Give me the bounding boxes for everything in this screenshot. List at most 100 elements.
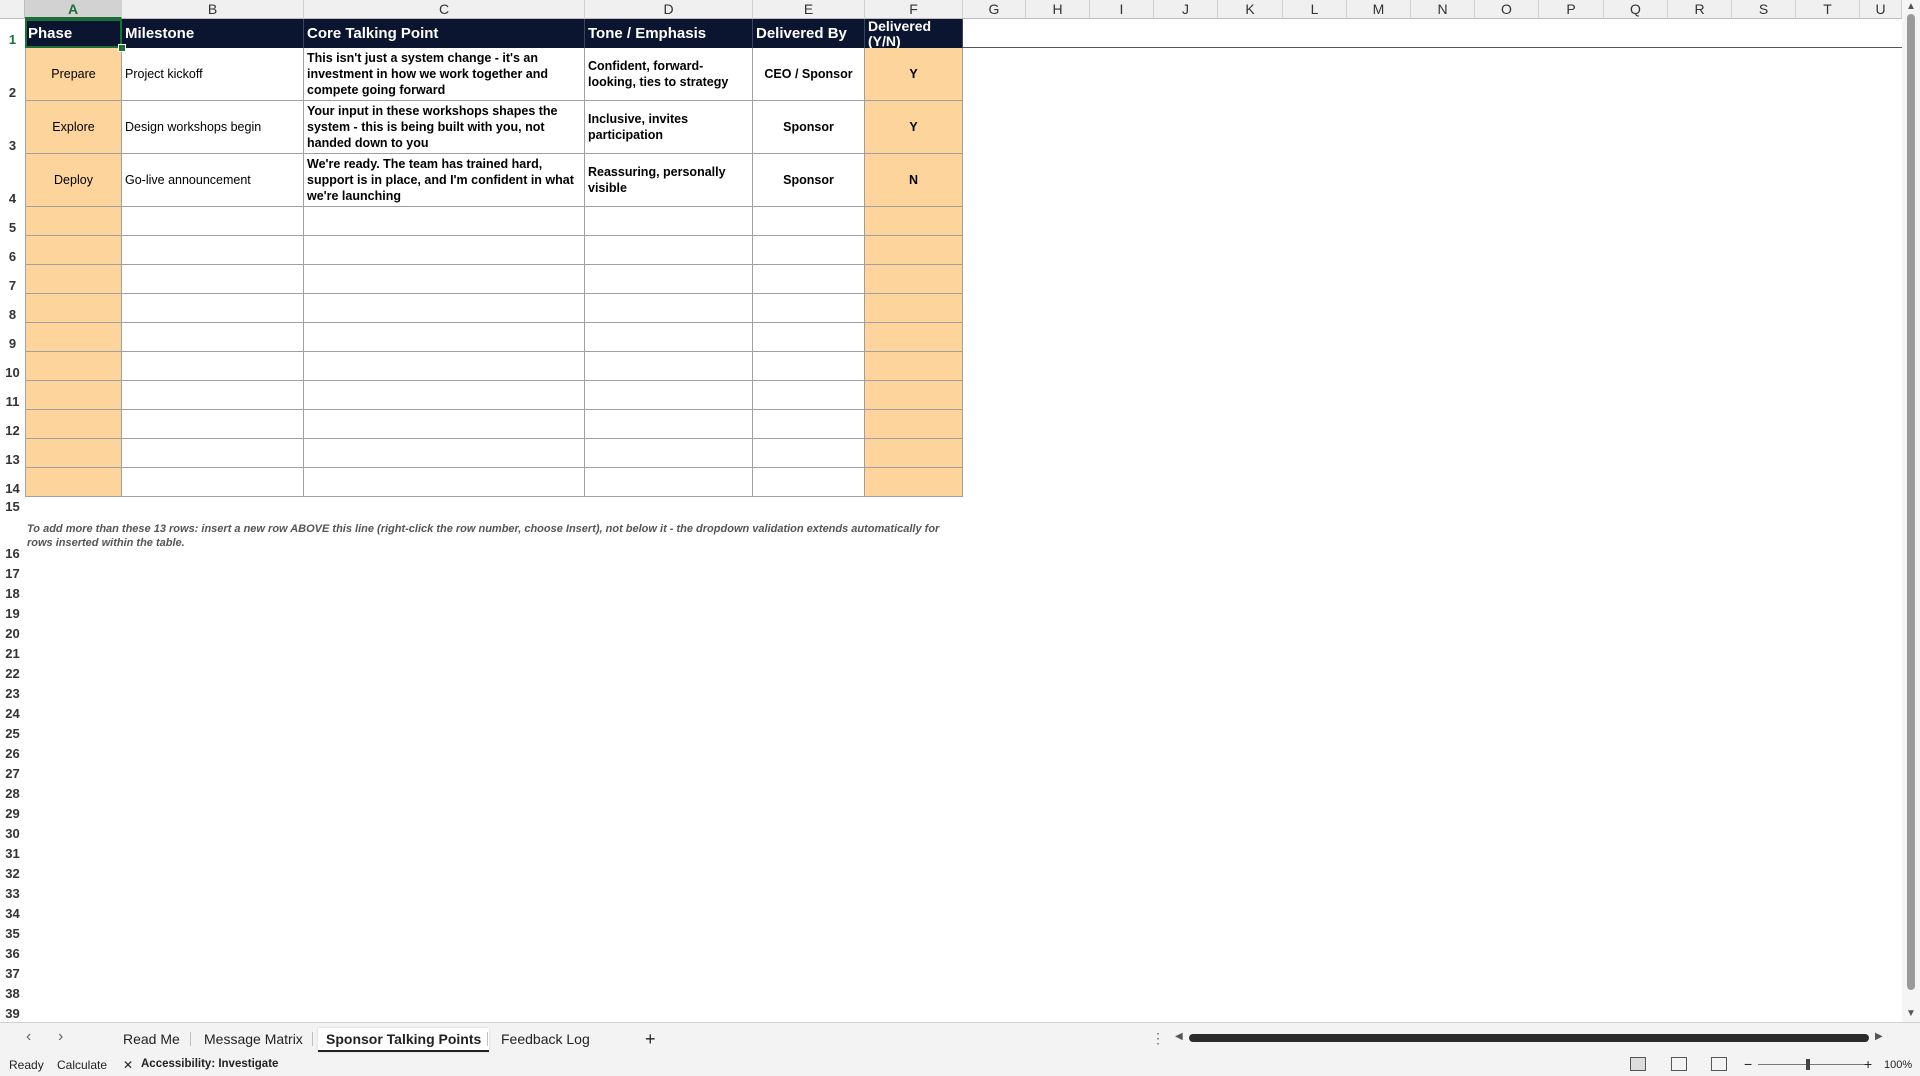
row-header-22[interactable]: 22 bbox=[0, 662, 25, 682]
row-header-19[interactable]: 19 bbox=[0, 602, 25, 622]
horizontal-scrollbar[interactable]: ◀ ▶ bbox=[1175, 1031, 1885, 1045]
cell-C4[interactable]: We're ready. The team has trained hard, … bbox=[304, 154, 585, 207]
cell-D2[interactable]: Confident, forward-looking, ties to stra… bbox=[585, 48, 753, 101]
cell-F13[interactable] bbox=[865, 439, 963, 468]
zoom-level[interactable]: 100% bbox=[1884, 1059, 1912, 1071]
cell-B12[interactable] bbox=[122, 410, 304, 439]
row-header-1[interactable]: 1 bbox=[0, 19, 25, 48]
row-header-20[interactable]: 20 bbox=[0, 622, 25, 642]
zoom-in-icon[interactable]: + bbox=[1864, 1056, 1872, 1072]
row-header-11[interactable]: 11 bbox=[0, 381, 25, 410]
row-header-29[interactable]: 29 bbox=[0, 802, 25, 822]
row-header-31[interactable]: 31 bbox=[0, 842, 25, 862]
cell-A11[interactable] bbox=[25, 381, 122, 410]
column-header-J[interactable]: J bbox=[1154, 0, 1218, 19]
cell-C2[interactable]: This isn't just a system change - it's a… bbox=[304, 48, 585, 101]
cell-C5[interactable] bbox=[304, 207, 585, 236]
header-cell-B[interactable]: Milestone bbox=[122, 19, 304, 48]
row-header-39[interactable]: 39 bbox=[0, 1002, 25, 1022]
row-header-35[interactable]: 35 bbox=[0, 922, 25, 942]
cell-B11[interactable] bbox=[122, 381, 304, 410]
column-header-Q[interactable]: Q bbox=[1604, 0, 1668, 19]
sheet-tab-message-matrix[interactable]: Message Matrix bbox=[196, 1028, 311, 1050]
column-header-F[interactable]: F bbox=[865, 0, 963, 19]
column-header-D[interactable]: D bbox=[585, 0, 753, 19]
cell-B13[interactable] bbox=[122, 439, 304, 468]
row-header-9[interactable]: 9 bbox=[0, 323, 25, 352]
cell-F6[interactable] bbox=[865, 236, 963, 265]
worksheet-grid[interactable]: ABCDEFGHIJKLMNOPQRSTU 1 2 3 4 5 6 7 8 9 10 11 12 13 1… bbox=[0, 0, 1920, 1022]
cell-B3[interactable]: Design workshops begin bbox=[122, 101, 304, 154]
cell-D11[interactable] bbox=[585, 381, 753, 410]
row-header-5[interactable]: 5 bbox=[0, 207, 25, 236]
header-cell-F[interactable]: Delivered (Y/N) bbox=[865, 19, 963, 48]
cell-B2[interactable]: Project kickoff bbox=[122, 48, 304, 101]
row-header-3[interactable]: 3 bbox=[0, 101, 25, 154]
cell-F11[interactable] bbox=[865, 381, 963, 410]
cell-D9[interactable] bbox=[585, 323, 753, 352]
cell-F5[interactable] bbox=[865, 207, 963, 236]
column-header-P[interactable]: P bbox=[1539, 0, 1604, 19]
column-header-L[interactable]: L bbox=[1283, 0, 1347, 19]
cell-B10[interactable] bbox=[122, 352, 304, 381]
cell-D8[interactable] bbox=[585, 294, 753, 323]
cell-E7[interactable] bbox=[753, 265, 865, 294]
cell-A13[interactable] bbox=[25, 439, 122, 468]
row-header-14[interactable]: 14 bbox=[0, 468, 25, 497]
header-cell-E[interactable]: Delivered By bbox=[753, 19, 865, 48]
cell-A3[interactable]: Explore bbox=[25, 101, 122, 154]
add-sheet-button[interactable]: + bbox=[637, 1028, 664, 1050]
header-cell-A[interactable]: Phase bbox=[25, 19, 122, 48]
cell-C9[interactable] bbox=[304, 323, 585, 352]
cell-E6[interactable] bbox=[753, 236, 865, 265]
vertical-scroll-thumb[interactable] bbox=[1907, 14, 1915, 990]
cell-C7[interactable] bbox=[304, 265, 585, 294]
status-calculate[interactable]: Calculate bbox=[57, 1058, 107, 1072]
cell-D13[interactable] bbox=[585, 439, 753, 468]
cell-D5[interactable] bbox=[585, 207, 753, 236]
cell-E14[interactable] bbox=[753, 468, 865, 497]
row-header-24[interactable]: 24 bbox=[0, 702, 25, 722]
sheet-tab-read-me[interactable]: Read Me bbox=[115, 1028, 188, 1050]
column-header-O[interactable]: O bbox=[1475, 0, 1539, 19]
cell-E12[interactable] bbox=[753, 410, 865, 439]
scroll-down-arrow-icon[interactable]: ▼ bbox=[1906, 1008, 1916, 1019]
cell-B6[interactable] bbox=[122, 236, 304, 265]
next-sheet-chevron-icon[interactable]: › bbox=[58, 1028, 63, 1046]
row-header-7[interactable]: 7 bbox=[0, 265, 25, 294]
cell-E13[interactable] bbox=[753, 439, 865, 468]
cell-C10[interactable] bbox=[304, 352, 585, 381]
column-header-M[interactable]: M bbox=[1347, 0, 1411, 19]
scroll-left-arrow-icon[interactable]: ◀ bbox=[1175, 1031, 1183, 1042]
cell-B14[interactable] bbox=[122, 468, 304, 497]
cell-A8[interactable] bbox=[25, 294, 122, 323]
sheet-tab-feedback-log[interactable]: Feedback Log bbox=[493, 1028, 598, 1050]
select-all-corner[interactable] bbox=[0, 0, 25, 19]
scroll-up-arrow-icon[interactable]: ▲ bbox=[1906, 1, 1916, 12]
cell-C12[interactable] bbox=[304, 410, 585, 439]
cell-E4[interactable]: Sponsor bbox=[753, 154, 865, 207]
cell-D4[interactable]: Reassuring, personally visible bbox=[585, 154, 753, 207]
cell-A4[interactable]: Deploy bbox=[25, 154, 122, 207]
cell-A12[interactable] bbox=[25, 410, 122, 439]
cell-E2[interactable]: CEO / Sponsor bbox=[753, 48, 865, 101]
column-header-A[interactable]: A bbox=[25, 0, 122, 19]
scroll-right-arrow-icon[interactable]: ▶ bbox=[1875, 1031, 1883, 1042]
cell-A7[interactable] bbox=[25, 265, 122, 294]
row-header-28[interactable]: 28 bbox=[0, 782, 25, 802]
cell-F3[interactable]: Y bbox=[865, 101, 963, 154]
row-header-33[interactable]: 33 bbox=[0, 882, 25, 902]
row-header-16[interactable]: 16 bbox=[0, 515, 25, 562]
cell-A10[interactable] bbox=[25, 352, 122, 381]
column-header-T[interactable]: T bbox=[1796, 0, 1860, 19]
zoom-slider-thumb[interactable] bbox=[1806, 1059, 1810, 1070]
cell-F4[interactable]: N bbox=[865, 154, 963, 207]
column-header-G[interactable]: G bbox=[963, 0, 1026, 19]
cell-B9[interactable] bbox=[122, 323, 304, 352]
cell-E3[interactable]: Sponsor bbox=[753, 101, 865, 154]
column-header-E[interactable]: E bbox=[753, 0, 865, 19]
row-header-34[interactable]: 34 bbox=[0, 902, 25, 922]
row-header-30[interactable]: 30 bbox=[0, 822, 25, 842]
page-layout-view-icon[interactable] bbox=[1671, 1057, 1687, 1071]
more-options-icon[interactable]: ⋮ bbox=[1151, 1030, 1165, 1047]
